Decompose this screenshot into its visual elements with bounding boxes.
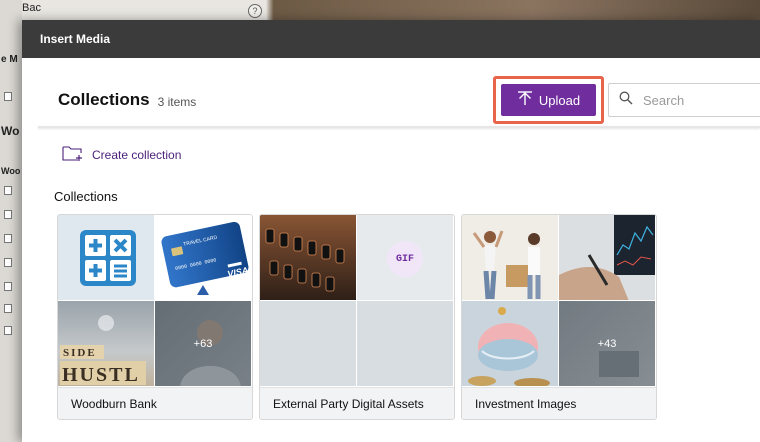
dialog-titlebar: Insert Media	[22, 20, 760, 58]
background-page-text: Bac	[22, 2, 41, 14]
upload-label: Upload	[538, 92, 581, 108]
insert-media-dialog: Insert Media Collections 3 items Upload …	[22, 20, 760, 442]
couple-thumbnail	[462, 215, 559, 301]
upload-button[interactable]: Upload	[501, 84, 596, 116]
collection-card-external-party-digital-assets[interactable]: GIF External Party Digital Assets	[259, 214, 455, 420]
empty-thumbnail	[260, 301, 357, 387]
page-title: Collections	[58, 90, 150, 109]
collection-card-investment-images[interactable]: +43 Investment Images	[461, 214, 657, 420]
background-doc-icon	[4, 92, 12, 101]
upload-highlight: Upload	[493, 76, 604, 124]
search-icon	[619, 91, 633, 110]
background-doc-icon	[4, 326, 12, 335]
mixer-thumbnail	[260, 215, 357, 301]
person-thumbnail: +63	[155, 301, 252, 387]
calculator-thumbnail	[58, 215, 155, 301]
create-collection-link[interactable]: Create collection	[62, 144, 181, 165]
upload-icon	[517, 90, 533, 110]
search-input[interactable]	[643, 92, 753, 108]
collection-thumbnails: +43	[462, 215, 656, 387]
background-help-icon: ?	[248, 4, 262, 18]
side-text: SIDE	[63, 347, 97, 359]
gif-icon: GIF	[387, 241, 423, 277]
piggy-bank-thumbnail	[462, 301, 559, 387]
gif-thumbnail: GIF	[357, 215, 454, 301]
background-fragment: e M	[1, 54, 18, 65]
background-doc-icon	[4, 186, 12, 195]
background-doc-icon	[4, 234, 12, 243]
collection-name: External Party Digital Assets	[260, 387, 454, 419]
header-divider	[38, 126, 760, 128]
background-doc-icon	[4, 210, 12, 219]
background-fragment: Wo	[1, 124, 20, 138]
section-heading: Collections	[54, 189, 118, 204]
side-hustle-thumbnail: SIDE HUSTL	[58, 301, 155, 387]
create-collection-label: Create collection	[92, 147, 182, 162]
hustle-text: HUSTL	[62, 364, 140, 386]
credit-card-image: TRAVEL CARD 0000 0000 0000 VISA	[161, 221, 249, 295]
wallet-thumbnail: +43	[559, 301, 656, 387]
background-page-header	[0, 0, 760, 20]
background-doc-icon	[4, 304, 12, 313]
search-box[interactable]	[608, 83, 760, 117]
empty-thumbnail	[357, 301, 454, 387]
collection-name: Woodburn Bank	[58, 387, 252, 419]
background-doc-icon	[4, 258, 12, 267]
dialog-title: Insert Media	[40, 32, 111, 46]
more-count-badge: +63	[155, 301, 251, 386]
background-sidebar: e M Wo Woo	[0, 0, 22, 442]
item-count: 3 items	[157, 94, 197, 109]
more-count-badge: +43	[559, 301, 655, 386]
background-doc-icon	[4, 282, 12, 291]
collection-thumbnails: GIF	[260, 215, 454, 387]
collection-card-woodburn-bank[interactable]: TRAVEL CARD 0000 0000 0000 VISA SIDE HUS…	[57, 214, 253, 420]
collection-thumbnails: TRAVEL CARD 0000 0000 0000 VISA SIDE HUS…	[58, 215, 252, 387]
collection-name: Investment Images	[462, 387, 656, 419]
trading-thumbnail	[559, 215, 656, 301]
background-fragment: Woo	[1, 166, 21, 176]
folder-add-icon	[62, 144, 84, 165]
travel-card-thumbnail: TRAVEL CARD 0000 0000 0000 VISA	[155, 215, 252, 301]
